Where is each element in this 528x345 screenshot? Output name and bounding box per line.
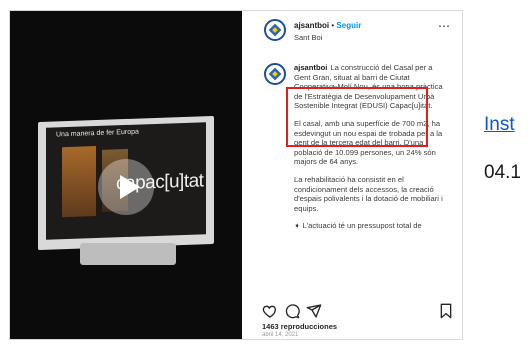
post-actions xyxy=(262,303,454,319)
play-icon[interactable] xyxy=(98,159,154,215)
comment-icon[interactable] xyxy=(284,303,300,319)
post-video[interactable]: Una manera de fer Europa capac[u]tat xyxy=(10,11,242,339)
post-location[interactable]: Sant Boi xyxy=(294,33,322,42)
screen-stand xyxy=(80,243,176,265)
heart-icon[interactable] xyxy=(262,303,278,319)
screen-heading: Una manera de fer Europa xyxy=(56,128,139,139)
poster-figure xyxy=(62,146,96,218)
caption-avatar[interactable] xyxy=(264,63,286,85)
external-date: 04.1 xyxy=(484,162,521,183)
share-icon[interactable] xyxy=(306,303,322,319)
post-username-row: ajsantboi • Seguir xyxy=(294,21,361,30)
instagram-link[interactable]: Inst xyxy=(484,114,515,136)
follow-button[interactable]: Seguir xyxy=(336,21,361,30)
post-sidebar: ajsantboi • Seguir Sant Boi ⋯ ajsantboi L… xyxy=(242,11,462,339)
avatar[interactable] xyxy=(264,19,286,41)
highlight-box xyxy=(286,87,428,147)
caption-username[interactable]: ajsantboi xyxy=(294,63,327,72)
post-username[interactable]: ajsantboi xyxy=(294,21,329,30)
view-count: 1463 reproducciones xyxy=(262,322,338,331)
caption-paragraph: ➧ L'actuació té un pressupost total de xyxy=(294,221,422,231)
post-date[interactable]: abril 14, 2021 xyxy=(262,332,298,338)
instagram-post-embed: Una manera de fer Europa capac[u]tat ajs… xyxy=(9,10,463,340)
caption-paragraph: La rehabilitació ha consistit en el cond… xyxy=(294,174,443,213)
more-horizontal-icon[interactable]: ⋯ xyxy=(438,19,451,33)
bookmark-icon[interactable] xyxy=(438,303,454,319)
separator-dot: • xyxy=(331,21,335,30)
